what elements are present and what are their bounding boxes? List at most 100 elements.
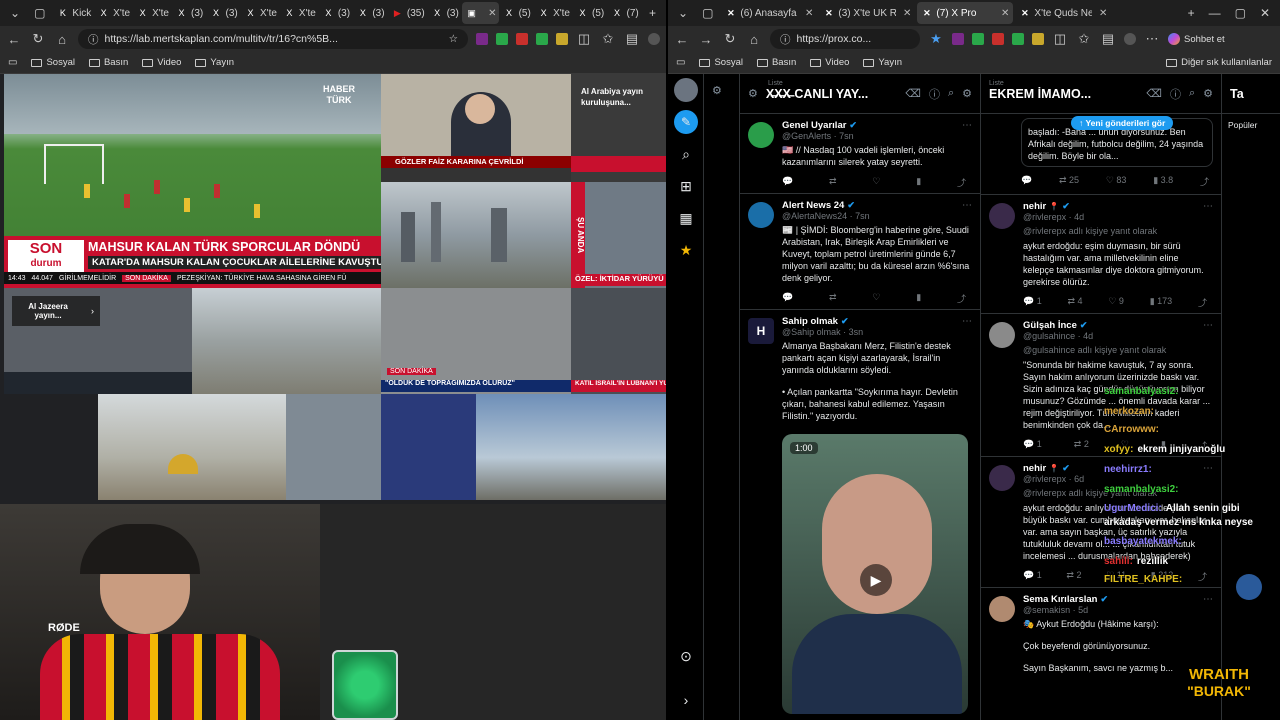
settings-icon[interactable]: ⚙ bbox=[712, 84, 722, 97]
close-tab-icon[interactable]: ✕ bbox=[1099, 8, 1107, 19]
bookmark-folder-sosyal[interactable]: Sosyal bbox=[699, 57, 743, 68]
browser-tab[interactable]: X (7) bbox=[608, 2, 641, 24]
column-title[interactable]: Ta bbox=[1230, 87, 1272, 101]
split-screen-icon[interactable]: ◫ bbox=[1052, 31, 1068, 47]
tweet-author[interactable]: Alert News 24 bbox=[782, 200, 844, 211]
profile-avatar[interactable] bbox=[1124, 33, 1136, 45]
extension-icon[interactable] bbox=[476, 33, 488, 45]
bookmark-folder-basin[interactable]: Basın bbox=[88, 57, 128, 68]
tweet[interactable]: ⋯ Genel Uyarılar ✔ @GenAlerts · 7sn 🇺🇸 //… bbox=[740, 114, 980, 194]
avatar[interactable] bbox=[748, 202, 774, 228]
workspaces-icon[interactable]: ▢ bbox=[696, 6, 719, 20]
extension-icon[interactable] bbox=[952, 33, 964, 45]
compose-icon[interactable]: ✎ bbox=[668, 106, 704, 138]
reply-count[interactable]: 💬 1 bbox=[1023, 296, 1042, 309]
like-count[interactable]: ♡ 9 bbox=[1108, 296, 1124, 309]
retweet-count[interactable]: ⇄ 25 bbox=[1059, 175, 1079, 188]
reload-icon[interactable]: ↻ bbox=[722, 31, 738, 47]
share-icon[interactable]: ⤴ bbox=[1198, 570, 1207, 583]
close-tab-icon[interactable]: ✕ bbox=[805, 8, 813, 19]
share-icon[interactable]: ⤴ bbox=[957, 176, 966, 189]
tweet[interactable]: ⋯ nehir 📍 ✔ @rivlerepx · 4d @rivlerepx adl… bbox=[981, 195, 1221, 314]
tweet-author[interactable]: Sahip olmak bbox=[782, 316, 838, 327]
share-icon[interactable]: ⤴ bbox=[1200, 175, 1209, 188]
browser-tab[interactable]: X X'te bbox=[534, 2, 572, 24]
search-icon[interactable]: ⌕ bbox=[668, 138, 704, 170]
copilot-chat-button[interactable]: Sohbet et bbox=[1168, 33, 1225, 45]
tweet-video[interactable]: 1:00 ▶ bbox=[782, 434, 968, 714]
tv-feed-cams-1[interactable] bbox=[286, 394, 381, 500]
reply-count[interactable]: 💬 1 bbox=[1023, 439, 1042, 452]
retweet-icon[interactable]: ⇄ bbox=[829, 292, 837, 305]
like-icon[interactable]: ♡ bbox=[872, 292, 880, 305]
browser-tab[interactable]: ✕ X'te Quds News Ne ✕ bbox=[1015, 2, 1111, 24]
bookmark-folder-yayin[interactable]: Yayın bbox=[195, 57, 234, 68]
browser-tab[interactable]: X X'te bbox=[280, 2, 318, 24]
more-options-icon[interactable]: ⋯ bbox=[962, 120, 972, 131]
extension-icon[interactable] bbox=[972, 33, 984, 45]
browser-tab[interactable]: ✕ (7) X Pro ✕ bbox=[917, 2, 1014, 24]
more-options-icon[interactable]: ⋯ bbox=[1203, 463, 1213, 474]
more-options-icon[interactable]: ⋯ bbox=[962, 200, 972, 211]
extension-icon[interactable] bbox=[992, 33, 1004, 45]
collections-icon[interactable]: ▤ bbox=[624, 31, 640, 47]
star-icon[interactable]: ★ bbox=[668, 234, 704, 266]
tv-feed-cams-3[interactable] bbox=[476, 394, 666, 500]
reply-icon[interactable]: 💬 bbox=[782, 292, 793, 305]
browser-tab[interactable]: X (5) bbox=[500, 2, 534, 24]
clear-icon[interactable]: ⌫ bbox=[1146, 87, 1162, 100]
tweet[interactable]: H ⋯ Sahip olmak ✔ @Sahip olmak · 3sn Alma… bbox=[740, 310, 980, 718]
extension-icon[interactable] bbox=[556, 33, 568, 45]
close-tab-icon[interactable]: ✕ bbox=[488, 8, 496, 19]
info-icon[interactable]: ⓘ bbox=[1170, 86, 1181, 102]
tv-feed-al-arabiya[interactable]: Al Arabiya yayın kuruluşuna... bbox=[571, 74, 666, 182]
browser-tab[interactable]: X X'te bbox=[133, 2, 171, 24]
new-tab-icon[interactable]: + bbox=[643, 6, 662, 20]
tweet-author[interactable]: Genel Uyarılar bbox=[782, 120, 846, 131]
browser-tab[interactable]: X (5) bbox=[573, 2, 607, 24]
search-icon[interactable]: ⌕ bbox=[1189, 87, 1195, 100]
more-options-icon[interactable]: ⋯ bbox=[1203, 320, 1213, 331]
close-tab-icon[interactable]: ✕ bbox=[903, 8, 911, 19]
search-icon[interactable]: ⌕ bbox=[948, 87, 954, 100]
browser-tab[interactable]: X (3) bbox=[353, 2, 387, 24]
like-count[interactable]: ♡ 83 bbox=[1106, 175, 1127, 188]
new-tab-icon[interactable]: + bbox=[1182, 6, 1201, 20]
settings-icon[interactable]: ⚙ bbox=[748, 87, 758, 100]
tab-menu-icon[interactable]: ⌄ bbox=[4, 6, 26, 20]
tweet[interactable]: ⋯ Alert News 24 ✔ @AlertaNews24 · 7sn 📰 |… bbox=[740, 194, 980, 310]
tv-feed-city-1[interactable] bbox=[381, 182, 571, 288]
browser-tab[interactable]: ▶ (35) bbox=[388, 2, 427, 24]
browser-tab[interactable]: X (3) bbox=[172, 2, 206, 24]
browser-tab[interactable]: ✕ (3) X'te UK Reporte ✕ bbox=[819, 2, 915, 24]
browser-tab[interactable]: ▣ ✕ bbox=[462, 2, 499, 24]
home-icon[interactable]: ⌂ bbox=[746, 32, 762, 47]
tweet-author[interactable]: nehir bbox=[1023, 201, 1046, 212]
retweet-count[interactable]: ⇄ 2 bbox=[1074, 439, 1089, 452]
tv-feed-katil[interactable]: KATİL İSRAİL'İN LÜBNAN'I YUV bbox=[571, 288, 666, 394]
extension-icon[interactable] bbox=[496, 33, 508, 45]
avatar[interactable] bbox=[989, 465, 1015, 491]
forward-icon[interactable]: → bbox=[698, 32, 714, 47]
bookmark-folder-video[interactable]: Video bbox=[810, 57, 849, 68]
bookmark-menu-icon[interactable]: ▭ bbox=[676, 57, 685, 68]
bookmark-folder-yayin[interactable]: Yayın bbox=[863, 57, 902, 68]
retweet-count[interactable]: ⇄ 2 bbox=[1066, 570, 1081, 583]
tv-feed-al-jazeera[interactable]: Al Jazeera yayın... › bbox=[4, 288, 192, 394]
extension-icon[interactable] bbox=[1032, 33, 1044, 45]
reply-icon[interactable]: 💬 bbox=[1021, 175, 1032, 188]
user-avatar[interactable] bbox=[668, 74, 704, 106]
tab-popular[interactable]: Popüler bbox=[1222, 114, 1280, 136]
more-options-icon[interactable]: ⋯ bbox=[962, 316, 972, 327]
close-tab-icon[interactable]: ✕ bbox=[1001, 8, 1009, 19]
tv-feed-haberturk[interactable]: HABER TÜRK SON durum MAHSUR KALAN TÜRK S… bbox=[4, 74, 381, 288]
favorite-star-icon[interactable]: ★ bbox=[928, 31, 944, 47]
site-info-icon[interactable]: ⓘ bbox=[780, 32, 791, 47]
add-column-icon[interactable]: ⊞ bbox=[668, 170, 704, 202]
settings-icon[interactable]: ⚙ bbox=[962, 87, 972, 100]
collections-icon[interactable]: ▤ bbox=[1100, 31, 1116, 47]
share-icon[interactable]: ⤴ bbox=[1198, 296, 1207, 309]
browser-tab[interactable]: X (3) bbox=[207, 2, 241, 24]
tab-menu-icon[interactable]: ⌄ bbox=[672, 6, 694, 20]
right-url-field[interactable]: ⓘ https://prox.co... bbox=[770, 29, 920, 49]
